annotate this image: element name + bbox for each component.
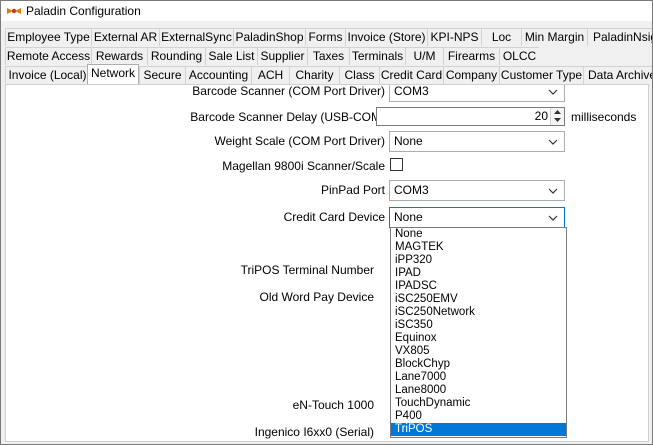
tripos-terminal-label: TriPOS Terminal Number: [240, 263, 374, 277]
tab-um[interactable]: U/M: [405, 47, 443, 65]
chevron-down-icon: [548, 132, 558, 151]
dropdown-option[interactable]: TouchDynamic: [391, 397, 566, 410]
configuration-window: Paladin Configuration Employee Type Exte…: [0, 0, 653, 445]
tab-supplier[interactable]: Supplier: [257, 47, 307, 65]
tab-accounting[interactable]: Accounting: [185, 66, 251, 84]
dropdown-option[interactable]: Equinox: [391, 332, 566, 345]
window-title: Paladin Configuration: [26, 4, 141, 18]
barcode-delay-unit: milliseconds: [571, 110, 637, 124]
tab-paladinshop[interactable]: PaladinShop: [233, 28, 305, 46]
barcode-scanner-value: COM3: [394, 84, 429, 98]
dropdown-option[interactable]: IPADSC: [391, 280, 566, 293]
dropdown-option[interactable]: iSC250Network: [391, 306, 566, 319]
weight-scale-value: None: [394, 134, 423, 148]
tab-row-2: Remote Access Rewards Rounding Sale List…: [1, 47, 652, 65]
tab-class[interactable]: Class: [339, 66, 379, 84]
tab-olcc[interactable]: OLCC: [499, 47, 539, 65]
dropdown-option[interactable]: iSC250EMV: [391, 293, 566, 306]
tab-loc[interactable]: Loc: [481, 28, 521, 46]
dropdown-option[interactable]: Lane7000: [391, 371, 566, 384]
stepper-up-icon[interactable]: [551, 108, 564, 116]
paladin-logo-icon: [7, 8, 21, 14]
chevron-down-icon: [548, 208, 558, 227]
tab-credit-card[interactable]: Credit Card: [379, 66, 443, 84]
tab-rounding[interactable]: Rounding: [147, 47, 205, 65]
barcode-scanner-label: Barcode Scanner (COM Port Driver): [192, 84, 385, 98]
tab-row-1: Employee Type External AR ExternalSync P…: [1, 28, 652, 46]
tab-paladinnsight[interactable]: PaladinNsigh: [587, 28, 652, 46]
tab-data-archive[interactable]: Data Archive: [583, 66, 652, 84]
dropdown-option[interactable]: None: [391, 228, 566, 241]
tab-remote-access[interactable]: Remote Access: [5, 47, 91, 65]
stepper-arrows[interactable]: [550, 108, 564, 125]
tab-external-ar[interactable]: External AR: [91, 28, 159, 46]
tab-ach[interactable]: ACH: [251, 66, 289, 84]
tab-strip: Employee Type External AR ExternalSync P…: [1, 28, 652, 84]
tab-network[interactable]: Network: [87, 64, 139, 84]
barcode-delay-label: Barcode Scanner Delay (USB-COM): [190, 110, 385, 124]
network-panel: Barcode Scanner (COM Port Driver) COM3 B…: [5, 84, 649, 442]
tab-taxes[interactable]: Taxes: [307, 47, 349, 65]
tab-invoice-local[interactable]: Invoice (Local): [5, 66, 89, 84]
credit-card-device-value: None: [394, 210, 423, 224]
dropdown-option-selected[interactable]: TriPOS: [391, 423, 566, 436]
title-bar: Paladin Configuration: [1, 1, 652, 21]
tab-forms[interactable]: Forms: [305, 28, 345, 46]
dropdown-option[interactable]: iPP320: [391, 254, 566, 267]
tab-invoice-store[interactable]: Invoice (Store): [345, 28, 427, 46]
pinpad-combo[interactable]: COM3: [389, 180, 565, 201]
tab-row-3: Invoice (Local) Network Secure Accountin…: [1, 64, 652, 84]
dropdown-option[interactable]: VX805: [391, 345, 566, 358]
stepper-down-icon[interactable]: [551, 116, 564, 124]
dropdown-option[interactable]: BlockChyp: [391, 358, 566, 371]
tab-secure[interactable]: Secure: [139, 66, 185, 84]
tab-firearms[interactable]: Firearms: [443, 47, 499, 65]
magellan-label: Magellan 9800i Scanner/Scale: [222, 159, 385, 173]
ingenico-label: Ingenico I6xx0 (Serial): [254, 425, 374, 439]
pinpad-value: COM3: [394, 183, 429, 197]
tab-externalsync[interactable]: ExternalSync: [159, 28, 233, 46]
barcode-scanner-combo[interactable]: COM3: [389, 84, 565, 102]
weight-scale-combo[interactable]: None: [389, 131, 565, 152]
credit-card-device-dropdown[interactable]: None MAGTEK iPP320 IPAD IPADSC iSC250EMV…: [390, 227, 567, 438]
barcode-delay-stepper[interactable]: 20: [376, 107, 565, 126]
barcode-delay-value: 20: [534, 109, 548, 123]
tab-rewards[interactable]: Rewards: [91, 47, 147, 65]
dropdown-option[interactable]: Lane8000: [391, 384, 566, 397]
credit-card-device-label: Credit Card Device: [283, 210, 385, 224]
tab-kpi-nps[interactable]: KPI-NPS: [427, 28, 481, 46]
credit-card-device-combo[interactable]: None: [389, 207, 565, 228]
dropdown-option[interactable]: iSC350: [391, 319, 566, 332]
tab-charity[interactable]: Charity: [289, 66, 339, 84]
tab-sale-list[interactable]: Sale List: [205, 47, 257, 65]
tab-company[interactable]: Company: [443, 66, 499, 84]
chevron-down-icon: [548, 181, 558, 200]
dropdown-option[interactable]: P400: [391, 410, 566, 423]
tab-min-margin[interactable]: Min Margin: [521, 28, 587, 46]
entouch-label: eN-Touch 1000: [292, 398, 374, 412]
magellan-checkbox[interactable]: [390, 158, 403, 171]
weight-scale-label: Weight Scale (COM Port Driver): [214, 134, 385, 148]
tab-customer-type[interactable]: Customer Type: [499, 66, 583, 84]
dropdown-option[interactable]: MAGTEK: [391, 241, 566, 254]
tab-terminals[interactable]: Terminals: [349, 47, 405, 65]
tab-employee-type[interactable]: Employee Type: [5, 28, 91, 46]
old-word-pay-label: Old Word Pay Device: [259, 290, 375, 304]
dropdown-option[interactable]: IPAD: [391, 267, 566, 280]
pinpad-label: PinPad Port: [320, 183, 385, 197]
chevron-down-icon: [548, 85, 558, 101]
